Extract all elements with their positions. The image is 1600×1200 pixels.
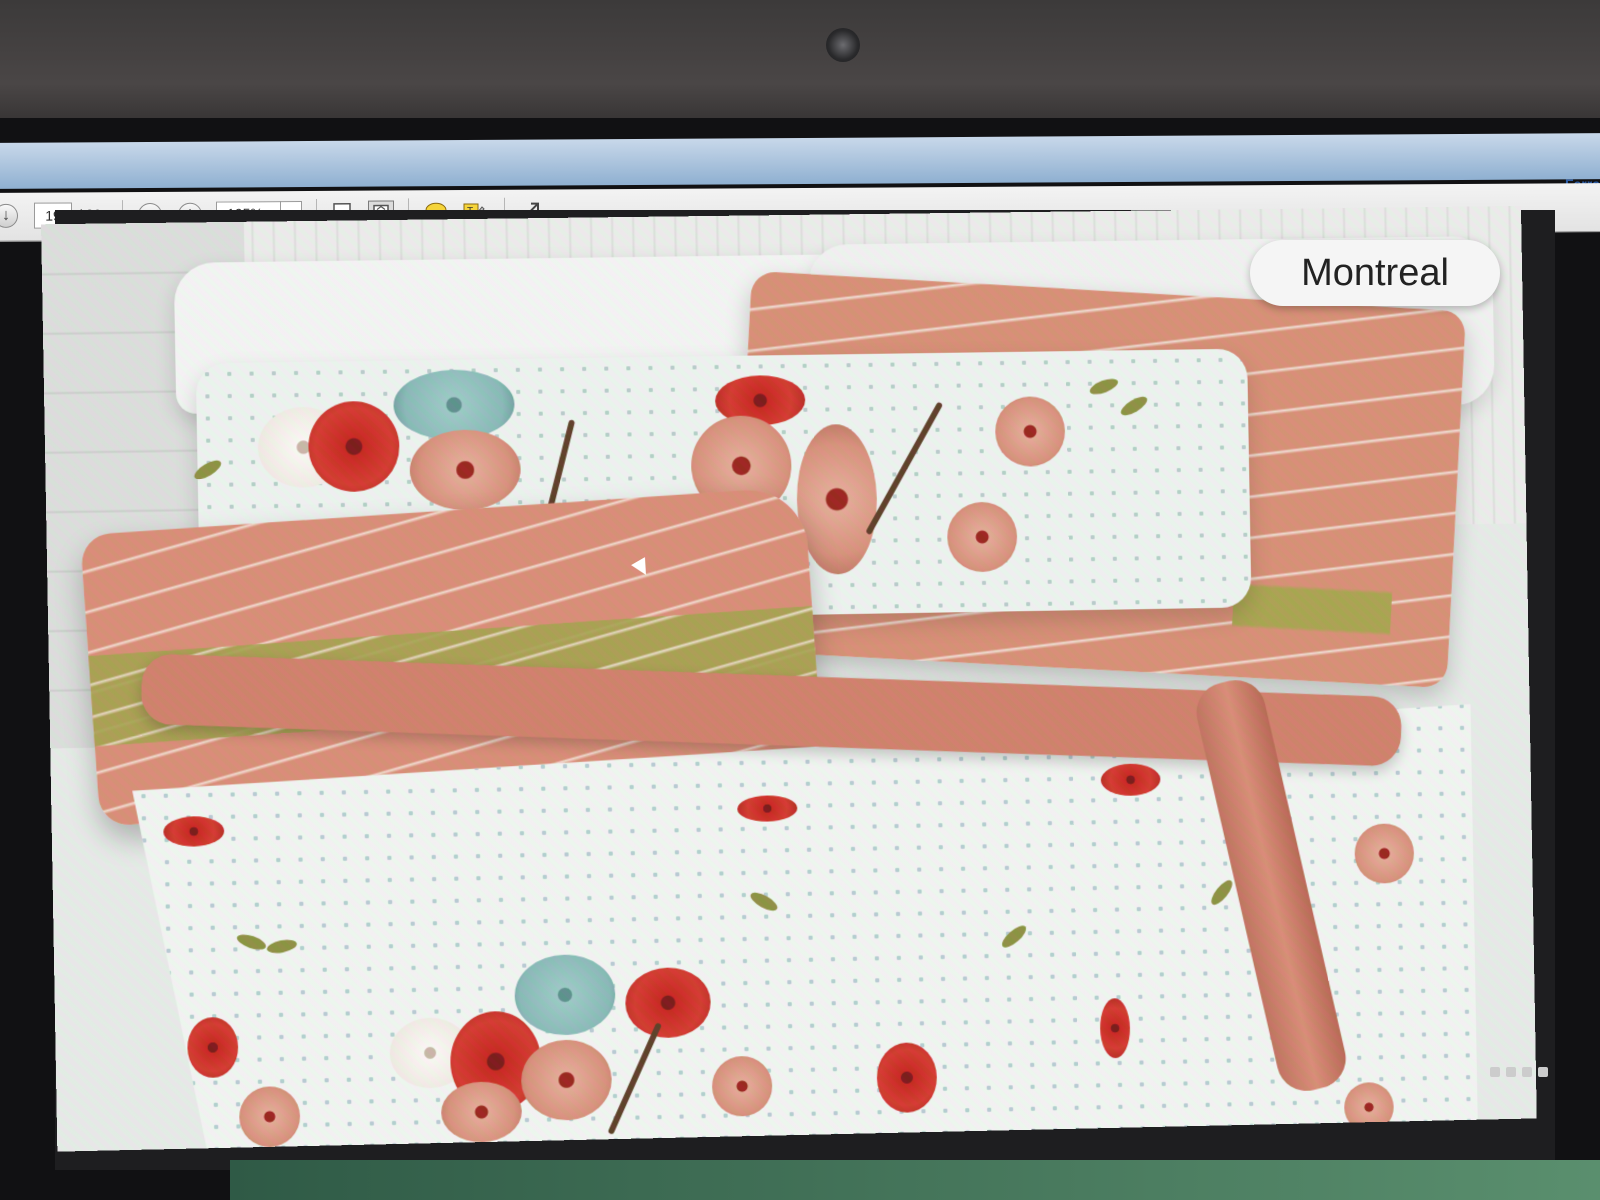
next-page-icon[interactable]: ↓ xyxy=(0,203,18,228)
window-title xyxy=(500,146,1100,166)
document-page-photo xyxy=(41,205,1537,1152)
network-icon[interactable] xyxy=(1522,1067,1532,1077)
product-name-label: Montreal xyxy=(1250,240,1500,306)
webcam xyxy=(826,28,860,62)
taskbar xyxy=(230,1160,1600,1200)
volume-icon[interactable] xyxy=(1538,1067,1548,1077)
tray-icon[interactable] xyxy=(1490,1067,1500,1077)
window-title-bar xyxy=(0,133,1600,189)
system-tray xyxy=(1490,1062,1600,1082)
flag-icon[interactable] xyxy=(1506,1067,1516,1077)
